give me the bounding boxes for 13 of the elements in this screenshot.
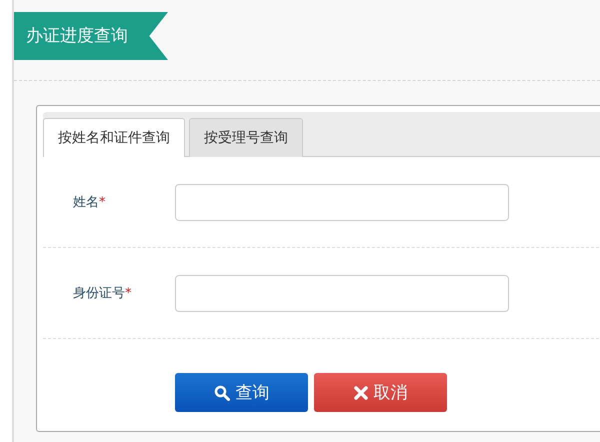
- required-mark: *: [125, 286, 132, 301]
- tab[interactable]: 按受理号查询: [189, 118, 303, 157]
- field-label: 身份证号: [73, 286, 125, 301]
- required-mark: *: [99, 195, 106, 210]
- input-field[interactable]: [175, 184, 509, 220]
- cancel-button[interactable]: 取消: [314, 373, 447, 412]
- search-icon: [214, 384, 230, 400]
- tab[interactable]: 按姓名和证件查询: [43, 118, 185, 157]
- field-label: 姓名: [73, 195, 99, 210]
- close-icon: [354, 386, 368, 400]
- search-button[interactable]: 查询: [175, 373, 308, 412]
- input-field[interactable]: [175, 274, 509, 312]
- title-ribbon: 办证进度查询: [14, 12, 168, 60]
